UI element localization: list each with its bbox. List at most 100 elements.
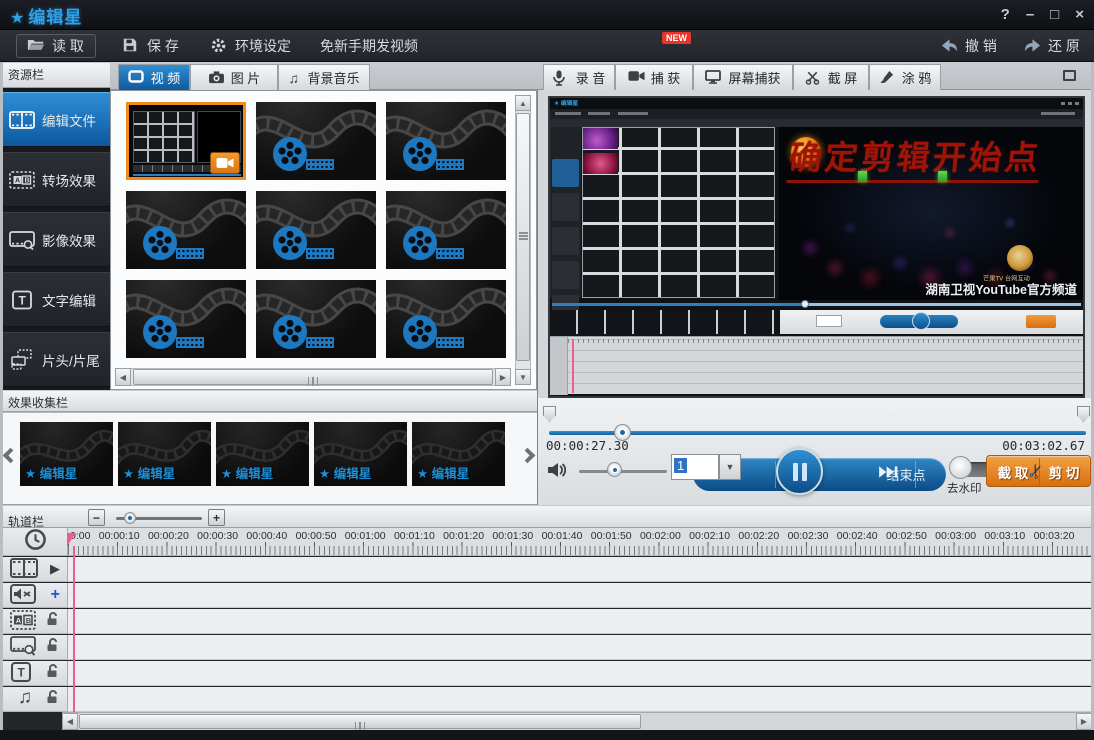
end-point-button[interactable]: 结束点 [870, 458, 942, 491]
scroll-left-button[interactable]: ◀ [115, 368, 131, 386]
zoom-in-button[interactable]: + [208, 509, 225, 526]
tab-image[interactable]: 图 片 [190, 64, 278, 90]
cut-button[interactable]: 剪 切 [1038, 456, 1090, 488]
scroll-right-button[interactable]: ▶ [1076, 713, 1092, 730]
effect-thumbnail[interactable]: ★ 编辑星 [118, 422, 211, 486]
media-vscroll-thumb[interactable] [516, 113, 530, 361]
timeline-scrollbar[interactable]: ◀ ▶ [62, 712, 1092, 730]
sidebar-item-text-edit[interactable]: T 文字编辑 [0, 272, 110, 327]
sidebar-item-intro-outro[interactable]: 片头/片尾 [0, 332, 110, 387]
effect-thumbnail[interactable]: ★ 编辑星 [412, 422, 505, 486]
track-audio[interactable] [68, 583, 1094, 608]
pause-button[interactable] [776, 448, 823, 495]
track-text[interactable] [68, 661, 1094, 686]
track-effect[interactable] [68, 635, 1094, 660]
volume-slider[interactable] [579, 470, 667, 473]
mini-play-button [912, 312, 930, 330]
close-button[interactable]: × [1075, 5, 1084, 25]
media-hscroll-thumb[interactable] [133, 369, 493, 385]
lock-open-icon[interactable] [45, 611, 60, 631]
media-thumbnail[interactable] [256, 280, 376, 358]
panel-window-icon[interactable] [1063, 70, 1076, 81]
media-thumbnail[interactable] [386, 191, 506, 269]
save-icon [122, 37, 140, 55]
effect-thumbnail[interactable]: ★ 编辑星 [216, 422, 309, 486]
redo-button[interactable]: 还 原 [1013, 34, 1090, 58]
lock-open-icon[interactable] [45, 663, 60, 683]
media-thumbnail[interactable] [256, 102, 376, 180]
zoom-out-button[interactable]: − [88, 509, 105, 526]
undo-button[interactable]: 撤 销 [930, 34, 1007, 58]
scroll-down-button[interactable]: ▼ [515, 369, 531, 385]
watermark-toggle-knob[interactable] [949, 456, 972, 479]
track-header-transition: AB [3, 609, 68, 634]
mini-thumb-concert-2 [583, 153, 618, 174]
read-button[interactable]: 读 取 [16, 34, 96, 58]
effect-thumbnail[interactable]: ★ 编辑星 [20, 422, 113, 486]
video-preview[interactable]: ★ 编辑星 确定剪辑开始点 芒果TV 台网互动 湖南卫视YouTube官方频道 [548, 96, 1085, 398]
effects-prev-button[interactable] [3, 448, 19, 464]
settings-button[interactable]: 环境设定 [200, 34, 301, 58]
tab-capture[interactable]: 捕 获 [615, 64, 693, 90]
lock-open-icon[interactable] [45, 637, 60, 657]
media-thumbnail[interactable] [386, 280, 506, 358]
tab-music[interactable]: ♫ 背景音乐 [278, 64, 370, 90]
media-thumbnail-selected[interactable] [126, 102, 246, 180]
media-thumbnail[interactable] [386, 102, 506, 180]
help-button[interactable]: ? [1001, 5, 1010, 25]
trim-end-handle[interactable] [1077, 406, 1090, 422]
track-header-video: ▶ [3, 557, 68, 582]
playhead-marker[interactable] [67, 533, 76, 546]
triangle-down-icon: ▼ [726, 462, 735, 472]
scroll-left-button[interactable]: ◀ [62, 713, 78, 730]
total-time: 00:03:02.67 [1002, 438, 1085, 453]
tab-record[interactable]: 录 音 [543, 64, 615, 90]
promo-button[interactable]: 免新手期发视频 NEW [310, 34, 460, 58]
sidebar-label: 片头/片尾 [42, 350, 100, 370]
tab-label: 图 片 [231, 68, 261, 87]
sidebar-item-transitions[interactable]: AB 转场效果 [0, 152, 110, 207]
title-bar: ★编辑星 ? – □ × [0, 0, 1094, 30]
timeline-scroll-thumb[interactable] [79, 714, 641, 729]
ruler-label: 00:03:00 [935, 530, 976, 542]
track-video[interactable] [68, 557, 1094, 582]
minimize-button[interactable]: – [1026, 5, 1034, 25]
media-thumbnail[interactable] [256, 191, 376, 269]
timeline-ruler[interactable]: 0:0000:00:1000:00:2000:00:3000:00:4000:0… [68, 528, 1094, 556]
gear-icon [210, 37, 228, 55]
tab-snip[interactable]: 截 屏 [793, 64, 869, 90]
dropdown-arrow-button[interactable]: ▼ [719, 454, 741, 480]
media-thumbnail[interactable] [126, 191, 246, 269]
sidebar-item-edit-files[interactable]: 编辑文件 [0, 92, 110, 147]
effects-next-button[interactable] [520, 448, 536, 464]
media-thumbnail[interactable] [126, 280, 246, 358]
sidebar-item-video-effects[interactable]: 影像效果 [0, 212, 110, 267]
playhead-line[interactable] [73, 546, 75, 712]
save-button[interactable]: 保 存 [112, 34, 189, 58]
maximize-button[interactable]: □ [1050, 5, 1059, 25]
mini-effects-bar [550, 310, 775, 334]
add-audio-button[interactable]: + [51, 586, 60, 604]
concert-lights [779, 127, 781, 129]
lock-open-icon[interactable] [45, 689, 60, 709]
track-transition[interactable] [68, 609, 1094, 634]
track-music[interactable] [68, 687, 1094, 712]
effect-thumbnail[interactable]: ★ 编辑星 [314, 422, 407, 486]
tab-screen-capture[interactable]: 屏幕捕获 [693, 64, 793, 90]
speed-dropdown[interactable]: 1 ▼ [671, 454, 741, 480]
tab-label: 视 频 [151, 68, 181, 87]
tab-doodle[interactable]: 涂 鸦 [869, 64, 941, 90]
sidebar-label: 影像效果 [42, 230, 96, 250]
play-track-button[interactable]: ▶ [50, 561, 60, 577]
scroll-up-button[interactable]: ▲ [515, 95, 531, 111]
speaker-icon[interactable] [546, 459, 568, 481]
scroll-right-button[interactable]: ▶ [495, 368, 511, 386]
trim-start-handle[interactable] [543, 406, 556, 422]
volume-thumb[interactable] [607, 462, 622, 477]
paintbrush-icon [879, 70, 896, 85]
tab-video[interactable]: 视 频 [118, 64, 190, 90]
grip-icon [306, 373, 320, 391]
app-logo: ★编辑星 [10, 3, 82, 28]
ruler-label: 00:01:30 [492, 530, 533, 542]
timeline-zoom-thumb[interactable] [124, 512, 136, 524]
